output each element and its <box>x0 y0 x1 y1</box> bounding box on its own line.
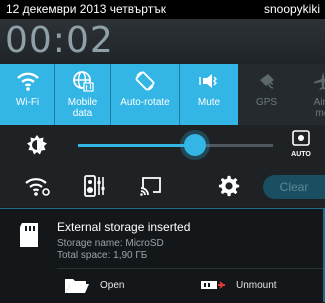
toggle-airplane-line2: mo <box>315 108 325 119</box>
gear-icon[interactable] <box>216 173 242 199</box>
quick-actions-row: Clear <box>0 165 325 207</box>
toggle-mute[interactable]: Mute <box>180 64 238 125</box>
brightness-icon <box>26 134 48 156</box>
notification-storage[interactable]: External storage inserted Storage name: … <box>0 208 325 303</box>
toggle-auto-rotate[interactable]: Auto-rotate <box>111 64 179 125</box>
unmount-button[interactable]: Unmount <box>198 273 277 297</box>
toggle-mobile-data-line1: Mobile <box>67 97 98 108</box>
wifi-settings-icon[interactable] <box>25 173 51 199</box>
open-button-label: Open <box>100 279 125 291</box>
unmount-icon <box>198 275 228 295</box>
notification-storage-name: Storage name: MicroSD <box>57 238 164 249</box>
brightness-slider-track[interactable] <box>78 144 273 147</box>
open-button[interactable]: Open <box>62 273 124 297</box>
clear-button[interactable]: Clear <box>263 175 325 199</box>
toggle-mobile-data-line2: data <box>72 108 93 119</box>
notification-title: External storage inserted <box>57 220 191 234</box>
folder-icon <box>62 275 92 295</box>
airplane-icon <box>295 70 325 92</box>
vibrate-icon <box>180 70 238 92</box>
toggle-gps-label: GPS <box>255 97 278 108</box>
wifi-icon <box>0 70 55 92</box>
gps-icon <box>238 70 295 92</box>
auto-brightness-icon[interactable]: AUTO <box>287 130 315 160</box>
quick-settings-toggles: Wi-Fi Mobile data Auto-rotate Mute GPS A… <box>0 64 325 125</box>
toggle-gps[interactable]: GPS <box>238 64 295 125</box>
globe-icon <box>55 70 110 92</box>
toggle-wifi-label: Wi-Fi <box>15 97 40 108</box>
sound-settings-icon[interactable] <box>82 173 108 199</box>
toggle-airplane-line1: Airp <box>313 97 325 108</box>
toggle-wifi[interactable]: Wi-Fi <box>0 64 55 125</box>
notification-divider <box>57 268 325 269</box>
toggle-mute-label: Mute <box>197 97 221 108</box>
clock-area: 00:02 <box>0 19 325 64</box>
toggle-mobile-data-label: Mobile data <box>55 97 110 119</box>
toggle-airplane-label: Airp mo <box>295 97 325 119</box>
brightness-row: AUTO <box>0 125 325 165</box>
notification-total-space: Total space: 1,90 ГБ <box>57 250 148 261</box>
rotate-icon <box>111 70 179 92</box>
toggle-airplane[interactable]: Airp mo <box>295 64 325 125</box>
auto-brightness-label: AUTO <box>291 151 311 158</box>
status-date: 12 декември 2013 четвъртък <box>6 2 166 16</box>
brightness-slider-thumb[interactable] <box>184 134 206 156</box>
screen-mirroring-icon[interactable] <box>138 173 164 199</box>
toggle-auto-rotate-label: Auto-rotate <box>120 97 170 108</box>
status-bar: 12 декември 2013 четвъртък snoopykiki <box>0 0 325 19</box>
clock: 00:02 <box>5 20 114 61</box>
unmount-button-label: Unmount <box>236 279 277 291</box>
sd-card-icon <box>14 219 44 251</box>
status-user: snoopykiki <box>263 2 320 16</box>
toggle-mobile-data[interactable]: Mobile data <box>55 64 110 125</box>
brightness-slider-fill <box>78 144 195 147</box>
